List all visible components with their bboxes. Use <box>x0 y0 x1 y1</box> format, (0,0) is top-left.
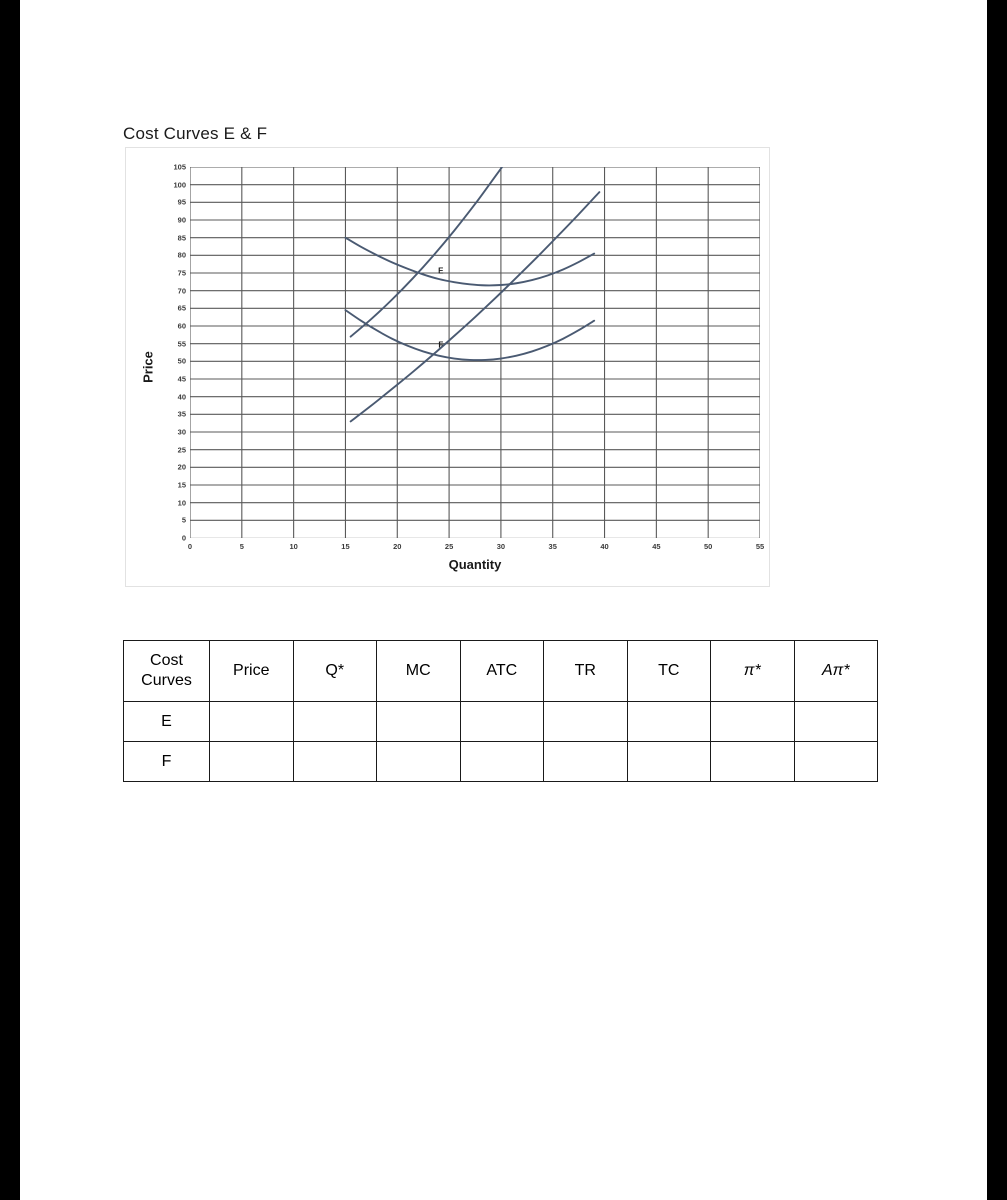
y-tick-label: 15 <box>177 480 186 490</box>
y-tick-label: 55 <box>177 339 186 349</box>
y-tick-label: 100 <box>173 180 186 190</box>
plot-area: EF <box>190 167 760 538</box>
gridlines-horizontal <box>190 167 760 538</box>
y-tick-label: 50 <box>177 356 186 366</box>
curve-atc-e <box>344 236 596 287</box>
y-tick-label: 10 <box>177 498 186 508</box>
table-cell-empty[interactable] <box>543 701 628 742</box>
y-tick-label: 80 <box>177 250 186 260</box>
table-header-cost-curves: Cost Curves <box>123 640 210 702</box>
chart-container: Price 0 5 10 15 20 25 30 35 40 45 50 55 60 65 70 75 80 85… <box>125 147 770 587</box>
x-axis-label: Quantity <box>448 557 502 572</box>
table-cell-empty[interactable] <box>376 701 461 742</box>
table-cell-empty[interactable] <box>793 741 878 782</box>
table-header-row: Cost Curves Price Q* MC ATC TR TC π* Aπ* <box>123 640 878 702</box>
curve-atc-f <box>344 309 596 362</box>
y-tick-label: 20 <box>177 462 186 472</box>
y-axis-tick-labels: 0 5 10 15 20 25 30 35 40 45 50 55 60 65 70 75 80 85 90 95 10… <box>150 163 186 543</box>
table-header-price: Price <box>209 640 294 702</box>
table-cell-empty[interactable] <box>292 741 377 782</box>
y-tick-label: 25 <box>177 445 186 455</box>
y-tick-label: 5 <box>181 515 186 525</box>
curves <box>344 167 601 423</box>
y-tick-label: 30 <box>177 427 186 437</box>
y-tick-label: 70 <box>177 286 186 296</box>
document-sheet: Cost Curves E & F Price 0 5 10 15 20 25 30 35 40… <box>20 0 987 1200</box>
y-tick-label: 85 <box>177 233 186 243</box>
x-tick-label: 25 <box>444 542 454 551</box>
table-cell-empty[interactable] <box>710 701 795 742</box>
y-tick-label: 105 <box>173 162 186 172</box>
table-cell-empty[interactable] <box>626 701 711 742</box>
table-cell-empty[interactable] <box>710 741 795 782</box>
page-left-margin <box>0 0 20 1200</box>
y-tick-label: 0 <box>181 533 186 543</box>
y-tick-label: 90 <box>177 215 186 225</box>
table-header-a-pi-star: Aπ* <box>793 640 878 702</box>
table-row: E <box>123 701 878 742</box>
table-body: EF <box>123 701 878 782</box>
x-tick-label: 50 <box>704 542 713 551</box>
y-tick-label: 45 <box>177 374 186 384</box>
x-tick-label: 0 <box>187 542 193 551</box>
x-tick-label: 55 <box>755 542 765 551</box>
table-header-pi-star: π* <box>710 640 795 702</box>
table-header-tc: TC <box>626 640 711 702</box>
x-tick-label: 15 <box>341 542 350 551</box>
curve-mc-f <box>349 191 601 423</box>
table-cell-empty[interactable] <box>209 741 294 782</box>
x-tick-label: 10 <box>289 542 298 551</box>
header-line-1: Cost <box>150 652 183 669</box>
table-cell-empty[interactable] <box>793 701 878 742</box>
x-tick-label: 5 <box>239 542 244 551</box>
x-axis-tick-labels: 0 5 10 15 20 25 30 35 40 45 50 55 <box>187 542 764 556</box>
x-tick-label: 40 <box>600 542 609 551</box>
chart-title: Cost Curves E & F <box>123 124 268 143</box>
gridlines-vertical <box>190 167 760 538</box>
header-line-2: Curves <box>141 672 192 689</box>
table-cell-empty[interactable] <box>376 741 461 782</box>
cost-curves-table: Cost Curves Price Q* MC ATC TR TC π* Aπ*… <box>123 640 878 782</box>
y-tick-label: 60 <box>177 321 186 331</box>
y-tick-label: 40 <box>177 392 186 402</box>
curve-label-e: E <box>438 266 444 276</box>
curve-label-f: F <box>438 340 444 350</box>
curve-mc-e <box>349 167 504 338</box>
chart-svg <box>190 167 760 538</box>
table-cell-empty[interactable] <box>626 741 711 782</box>
table-cell-empty[interactable] <box>292 701 377 742</box>
x-tick-label: 30 <box>496 542 506 551</box>
page-right-margin <box>987 0 1007 1200</box>
y-tick-label: 35 <box>177 409 186 419</box>
x-tick-label: 45 <box>652 542 661 551</box>
y-tick-label: 95 <box>177 197 186 207</box>
table-cell-empty[interactable] <box>459 741 544 782</box>
x-tick-label: 20 <box>393 542 402 551</box>
y-tick-label: 65 <box>177 303 186 313</box>
row-label-e: E <box>123 701 210 742</box>
table-row: F <box>123 741 878 782</box>
table-cell-empty[interactable] <box>209 701 294 742</box>
table-cell-empty[interactable] <box>543 741 628 782</box>
row-label-f: F <box>123 741 210 782</box>
table-header-atc: ATC <box>459 640 544 702</box>
table-header-tr: TR <box>543 640 628 702</box>
table-cell-empty[interactable] <box>459 701 544 742</box>
x-tick-label: 35 <box>548 542 557 551</box>
table-header-mc: MC <box>376 640 461 702</box>
table-header-q-star: Q* <box>292 640 377 702</box>
y-tick-label: 75 <box>177 268 186 278</box>
